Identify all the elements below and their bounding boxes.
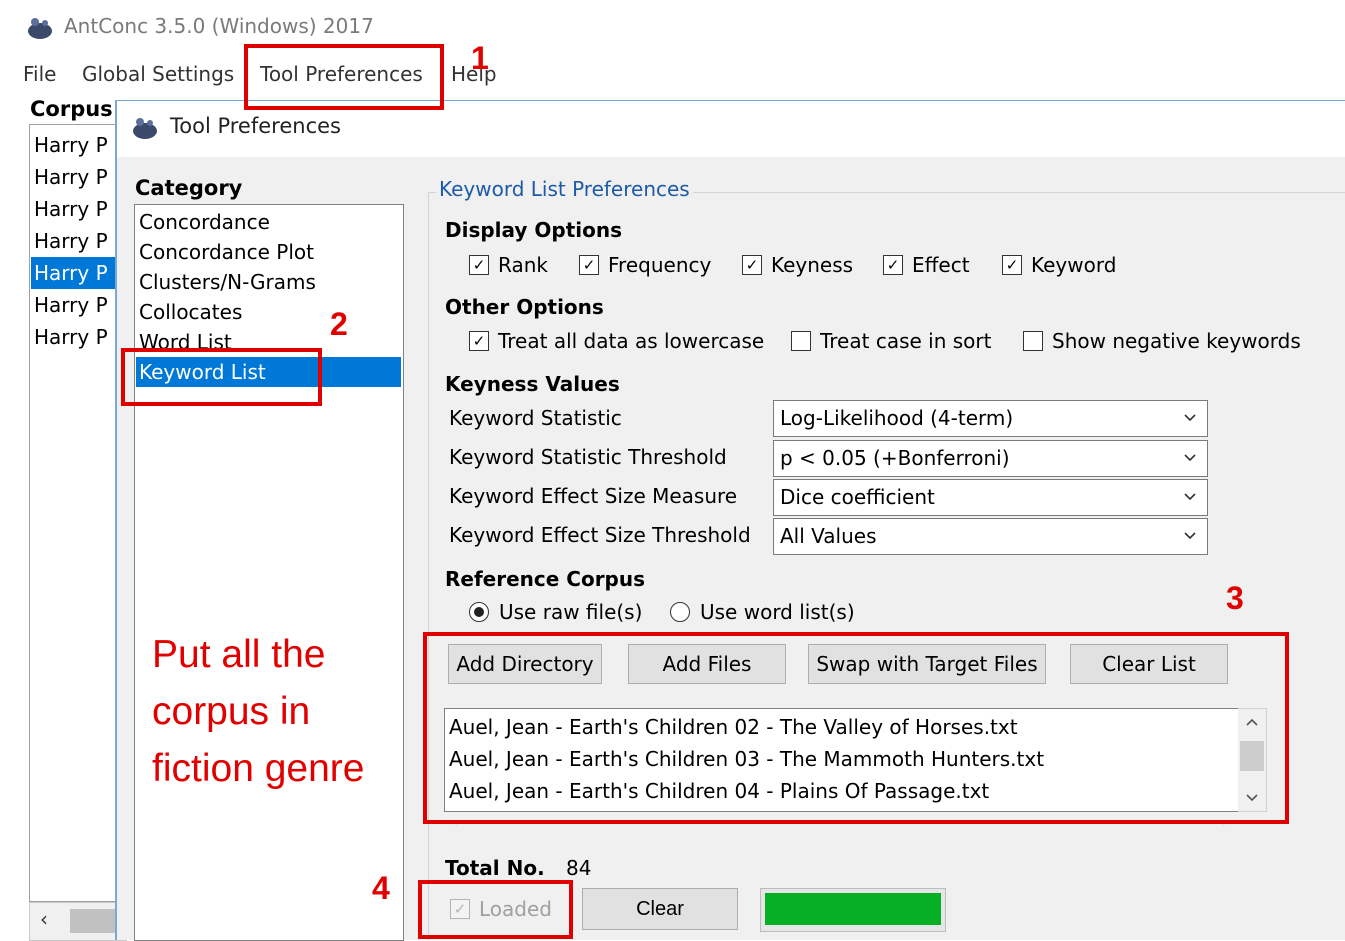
chevron-down-icon [1184,454,1196,462]
category-list[interactable]: Concordance Concordance Plot Clusters/N-… [134,204,404,941]
effect-size-threshold-label: Keyword Effect Size Threshold [449,523,751,547]
check-icon: ✓ [469,331,489,351]
other-options-heading: Other Options [445,295,604,319]
antconc-logo-icon [133,118,157,139]
corpus-file-item[interactable]: Harry P [34,129,124,161]
keyword-statistic-select[interactable]: Log-Likelihood (4-term) [773,400,1208,437]
corpus-file-item[interactable]: Harry P [34,225,124,257]
menu-file[interactable]: File [23,62,56,86]
effect-size-measure-select[interactable]: Dice coefficient [773,479,1208,516]
corpus-horizontal-scrollbar[interactable]: ‹ [29,902,127,941]
radio-selected-icon [469,602,489,622]
antconc-logo-icon [28,18,52,39]
effect-size-threshold-select[interactable]: All Values [773,518,1208,555]
clear-button[interactable]: Clear [582,888,738,930]
corpus-file-item-selected[interactable]: Harry P [31,257,124,289]
check-icon: ✓ [883,255,903,275]
category-concordance-plot[interactable]: Concordance Plot [139,237,314,267]
category-label: Category [135,176,243,200]
check-icon: ✓ [1002,255,1022,275]
reference-corpus-heading: Reference Corpus [445,567,646,591]
display-options-heading: Display Options [445,218,623,242]
check-icon: ✓ [742,255,762,275]
chevron-down-icon [1184,414,1196,422]
effect-checkbox[interactable]: ✓ Effect [883,253,970,277]
annotation-number-3: 3 [1226,580,1244,616]
loading-progress-bar [760,888,946,932]
total-files-label: Total No. [445,856,545,880]
annotation-number-1: 1 [471,40,489,76]
negative-keywords-checkbox[interactable]: Show negative keywords [1023,329,1301,353]
frequency-checkbox[interactable]: ✓ Frequency [579,253,711,277]
menu-global-settings[interactable]: Global Settings [82,62,234,86]
scroll-thumb[interactable] [70,909,120,933]
category-concordance[interactable]: Concordance [139,207,270,237]
effect-size-measure-label: Keyword Effect Size Measure [449,484,738,508]
app-title: AntConc 3.5.0 (Windows) 2017 [64,14,374,38]
dialog-title: Tool Preferences [170,114,341,138]
corpus-file-item[interactable]: Harry P [34,193,124,225]
annotation-box-2 [121,348,322,406]
progress-fill [765,893,941,925]
keyword-threshold-label: Keyword Statistic Threshold [449,445,727,469]
treat-case-checkbox[interactable]: Treat case in sort [791,329,991,353]
corpus-file-item[interactable]: Harry P [34,161,124,193]
check-icon: ✓ [579,255,599,275]
corpus-file-item[interactable]: Harry P [34,321,124,353]
category-collocates[interactable]: Collocates [139,297,242,327]
annotation-box-4 [418,880,573,939]
category-clusters-ngrams[interactable]: Clusters/N-Grams [139,267,316,297]
corpus-files-label: Corpus [30,97,113,121]
chevron-down-icon [1184,532,1196,540]
lowercase-checkbox[interactable]: ✓ Treat all data as lowercase [469,329,764,353]
rank-checkbox[interactable]: ✓ Rank [469,253,548,277]
keyness-values-heading: Keyness Values [445,372,620,396]
keyness-checkbox[interactable]: ✓ Keyness [742,253,853,277]
preferences-group-title: Keyword List Preferences [436,177,693,201]
annotation-note: Put all the corpus in fiction genre [152,633,365,790]
radio-empty-icon [670,602,690,622]
annotation-box-3 [423,632,1289,824]
keyword-threshold-select[interactable]: p < 0.05 (+Bonferroni) [773,440,1208,477]
annotation-number-4: 4 [372,870,390,906]
scroll-left-icon[interactable]: ‹ [40,907,48,931]
total-files-count: 84 [566,856,592,880]
use-word-lists-radio[interactable]: Use word list(s) [670,600,855,624]
use-raw-files-radio[interactable]: Use raw file(s) [469,600,642,624]
corpus-file-list[interactable]: Harry P Harry P Harry P Harry P Harry P … [29,124,126,902]
annotation-box-1 [244,44,444,110]
keyword-statistic-label: Keyword Statistic [449,406,622,430]
chevron-down-icon [1184,493,1196,501]
keyword-checkbox[interactable]: ✓ Keyword [1002,253,1116,277]
corpus-file-item[interactable]: Harry P [34,289,124,321]
check-icon: ✓ [469,255,489,275]
annotation-number-2: 2 [330,306,348,342]
